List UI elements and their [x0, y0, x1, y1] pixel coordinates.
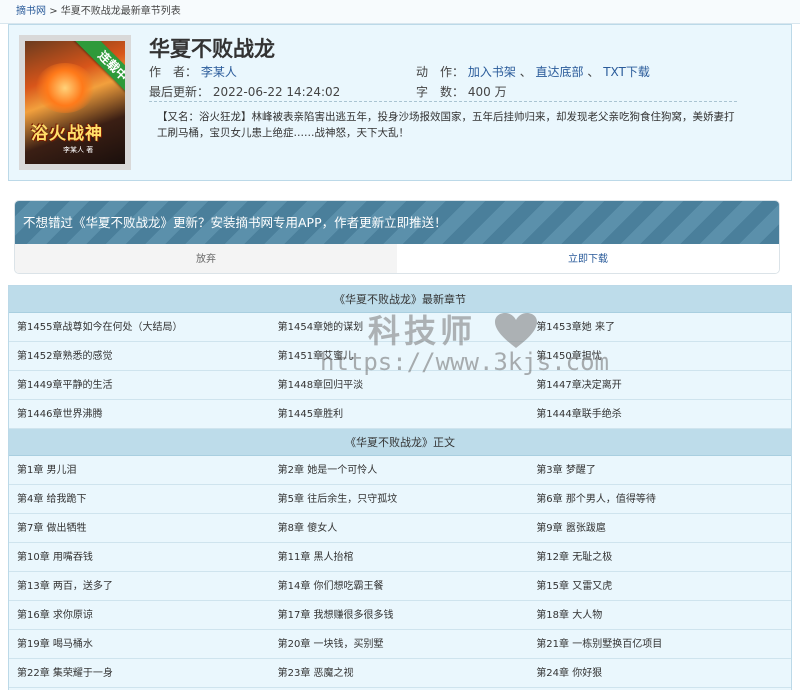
action-separator: 、	[587, 65, 600, 79]
chapter-link[interactable]: 第24章 你好狠	[530, 659, 791, 688]
chapter-link[interactable]: 第2章 她是一个可怜人	[269, 456, 531, 485]
chapter-link[interactable]: 第7章 做出牺牲	[9, 514, 270, 543]
chapter-link[interactable]: 第1455章战尊如今在何处（大结局）	[9, 313, 270, 342]
chapter-link[interactable]: 第1445章胜利	[269, 400, 531, 429]
cover-title: 浴火战神	[31, 124, 103, 144]
chapter-link[interactable]: 第1446章世界沸腾	[9, 400, 270, 429]
actions-row: 动 作： 加入书架 、 直达底部 、 TXT下载	[416, 63, 650, 80]
book-intro: 【又名：浴火狂龙】林峰被表亲陷害出逃五年，投身沙场报效国家，五年后挂帅归来，却发…	[157, 111, 735, 139]
chapter-link[interactable]: 第15章 又雷又虎	[530, 572, 791, 601]
chapter-link[interactable]: 第8章 傻女人	[269, 514, 531, 543]
cover-flame-art	[35, 63, 95, 113]
chapter-link[interactable]: 第22章 集荣耀于一身	[9, 659, 270, 688]
breadcrumb: 摘书网 > 华夏不败战龙最新章节列表	[0, 0, 800, 24]
chapter-link[interactable]: 第1章 男儿泪	[9, 456, 270, 485]
book-cover[interactable]: 浴火战神 李某人 著 连载中	[19, 35, 131, 170]
chapter-link[interactable]: 第3章 梦醒了	[530, 456, 791, 485]
chapter-link[interactable]: 第9章 嚣张跋扈	[530, 514, 791, 543]
chapter-link[interactable]: 第1447章决定离开	[530, 371, 791, 400]
jump-to-bottom-link[interactable]: 直达底部	[536, 65, 584, 79]
chapter-link[interactable]: 第1444章联手绝杀	[530, 400, 791, 429]
chapter-link[interactable]: 第1450章担忧	[530, 342, 791, 371]
author-label: 作 者：	[149, 65, 198, 79]
divider	[149, 101, 737, 102]
breadcrumb-current: 华夏不败战龙最新章节列表	[60, 6, 181, 17]
chapter-link[interactable]: 第21章 一栋别墅换百亿项目	[530, 630, 791, 659]
chapter-link[interactable]: 第12章 无耻之极	[530, 543, 791, 572]
word-count-row: 字 数： 400 万	[416, 83, 507, 100]
author-link[interactable]: 李某人	[201, 65, 237, 79]
app-promo-banner: 不想错过《华夏不败战龙》更新？安装摘书网专用APP，作者更新立即推送！ 放弃 立…	[14, 200, 780, 274]
chapter-link[interactable]: 第16章 求你原谅	[9, 601, 270, 630]
updated-value: 2022-06-22 14:24:02	[212, 85, 341, 99]
promo-message: 不想错过《华夏不败战龙》更新？安装摘书网专用APP，作者更新立即推送！	[15, 201, 779, 244]
latest-chapters-grid: 第1455章战尊如今在何处（大结局） 第1454章她的谋划 第1453章她 来了 第1…	[9, 313, 791, 429]
download-app-button[interactable]: 立即下载	[397, 244, 779, 273]
chapter-link[interactable]: 第4章 给我跪下	[9, 485, 270, 514]
chapter-link[interactable]: 第23章 恶魔之视	[269, 659, 531, 688]
chapter-link[interactable]: 第1452章熟悉的感觉	[9, 342, 270, 371]
chapter-link[interactable]: 第1454章她的谋划	[269, 313, 531, 342]
word-count-value: 400 万	[467, 85, 507, 99]
chapter-link[interactable]: 第1448章回归平淡	[269, 371, 531, 400]
dismiss-button[interactable]: 放弃	[15, 244, 397, 273]
updated-row: 最后更新： 2022-06-22 14:24:02	[149, 83, 340, 100]
breadcrumb-separator: >	[49, 6, 58, 17]
chapter-link[interactable]: 第10章 用嘴吞钱	[9, 543, 270, 572]
chapter-link[interactable]: 第11章 黑人抬棺	[269, 543, 531, 572]
main-chapters-heading: 《华夏不败战龙》正文	[9, 429, 791, 456]
book-info-panel: 浴火战神 李某人 著 连载中 华夏不败战龙 作 者： 李某人 最后更新： 202…	[8, 24, 792, 181]
chapter-link[interactable]: 第14章 你们想吃霸王餐	[269, 572, 531, 601]
add-to-shelf-link[interactable]: 加入书架	[468, 65, 516, 79]
breadcrumb-home-link[interactable]: 摘书网	[16, 6, 46, 17]
chapter-link[interactable]: 第1451章艾蜜儿	[269, 342, 531, 371]
chapter-link[interactable]: 第17章 我想赚很多很多钱	[269, 601, 531, 630]
cover-author: 李某人 著	[63, 146, 94, 154]
chapter-link[interactable]: 第5章 往后余生，只守孤坟	[269, 485, 531, 514]
book-title: 华夏不败战龙	[149, 37, 275, 61]
chapter-link[interactable]: 第13章 两百，送多了	[9, 572, 270, 601]
main-chapters-grid: 第1章 男儿泪 第2章 她是一个可怜人 第3章 梦醒了第4章 给我跪下 第5章 往后余…	[9, 456, 791, 688]
actions-label: 动 作：	[416, 65, 465, 79]
latest-chapters-heading: 《华夏不败战龙》最新章节	[9, 286, 791, 313]
chapter-link[interactable]: 第1453章她 来了	[530, 313, 791, 342]
chapter-link[interactable]: 第6章 那个男人，值得等待	[530, 485, 791, 514]
chapter-link[interactable]: 第20章 一块钱，买别墅	[269, 630, 531, 659]
cover-image: 浴火战神 李某人 著 连载中	[25, 41, 125, 164]
promo-buttons: 放弃 立即下载	[15, 244, 779, 273]
chapter-link[interactable]: 第18章 大人物	[530, 601, 791, 630]
txt-download-link[interactable]: TXT下载	[603, 65, 650, 79]
action-separator: 、	[519, 65, 532, 79]
chapter-list: 《华夏不败战龙》最新章节 第1455章战尊如今在何处（大结局） 第1454章她的谋…	[8, 285, 792, 690]
updated-label: 最后更新：	[149, 85, 210, 99]
author-row: 作 者： 李某人	[149, 63, 237, 80]
word-count-label: 字 数：	[416, 85, 465, 99]
chapter-link[interactable]: 第19章 喝马桶水	[9, 630, 270, 659]
chapter-link[interactable]: 第1449章平静的生活	[9, 371, 270, 400]
